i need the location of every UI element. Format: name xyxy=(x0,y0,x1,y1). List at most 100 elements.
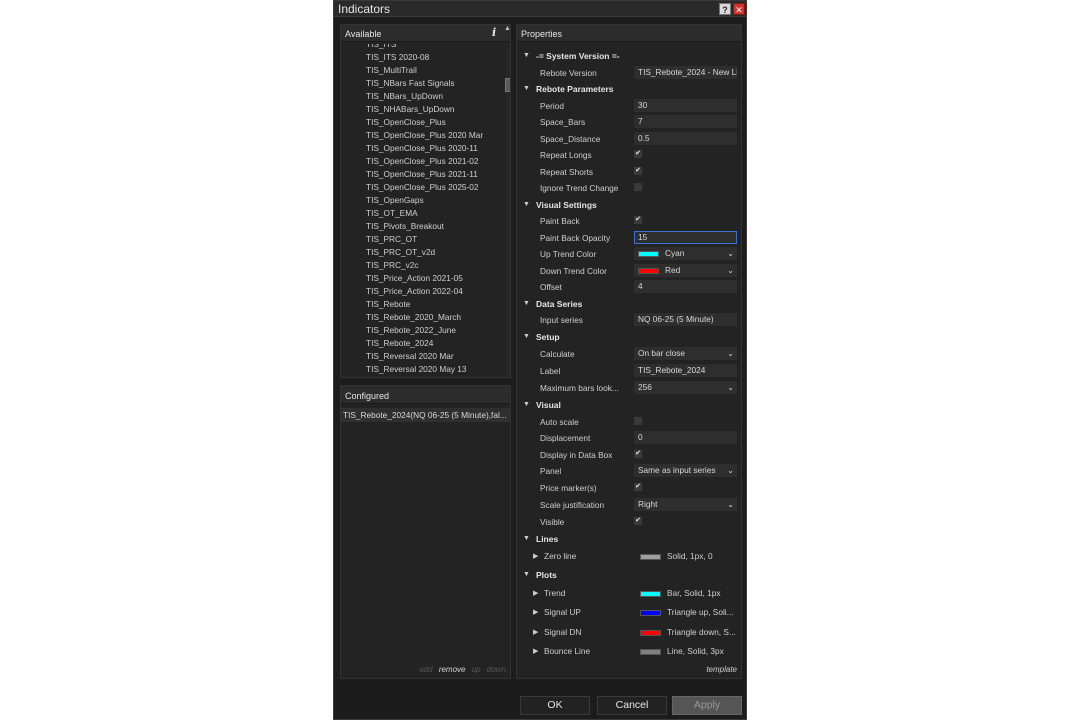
available-item[interactable]: TIS_ITS xyxy=(366,44,396,51)
bounce-line-plot-value[interactable]: Line, Solid, 3px xyxy=(640,646,738,656)
price-markers-checkbox[interactable]: ✔ xyxy=(634,483,642,491)
chevron-down-icon[interactable]: ⌄ xyxy=(727,464,734,477)
section-rebote-parameters[interactable]: ▼ Rebote Parameters xyxy=(517,81,741,97)
calculate-select[interactable]: On bar close ⌄ xyxy=(634,347,737,360)
repeat-shorts-checkbox[interactable]: ✔ xyxy=(634,167,642,175)
help-button[interactable]: ? xyxy=(719,3,731,15)
available-item[interactable]: TIS_PRC_OT_v2d xyxy=(366,246,435,259)
signal-dn-plot-value[interactable]: Triangle down, S... xyxy=(640,627,738,637)
available-item[interactable]: TIS_OpenClose_Plus 2020-11 xyxy=(366,142,478,155)
chevron-down-icon[interactable]: ⌄ xyxy=(727,347,734,360)
up-trend-color-select[interactable]: Cyan ⌄ xyxy=(634,247,737,260)
offset-field[interactable]: 4 xyxy=(634,280,737,293)
available-item[interactable]: TIS_OpenGaps xyxy=(366,194,424,207)
section-system-version[interactable]: ▼ -= System Version =- xyxy=(517,48,741,64)
collapse-caret-icon[interactable]: ▶ xyxy=(533,608,538,616)
period-field[interactable]: 30 xyxy=(634,99,737,112)
configured-item[interactable]: TIS_Rebote_2024(NQ 06-25 (5 Minute),fal.… xyxy=(341,408,510,422)
available-item[interactable]: TIS_Reversal 2020 Mar xyxy=(366,350,454,363)
chevron-down-icon[interactable]: ⌄ xyxy=(727,498,734,511)
section-setup[interactable]: ▼ Setup xyxy=(517,329,741,345)
expand-caret-icon[interactable]: ▼ xyxy=(523,52,530,59)
ok-button[interactable]: OK xyxy=(520,696,590,715)
expand-caret-icon[interactable]: ▼ xyxy=(523,85,530,92)
available-item[interactable]: TIS_OpenClose_Plus 2025-02 xyxy=(366,181,479,194)
paint-back-opacity-field[interactable]: 15 xyxy=(634,231,737,244)
down-trend-color-select[interactable]: Red ⌄ xyxy=(634,264,737,277)
available-item[interactable]: TIS_Reversal 2020 May 13 xyxy=(366,363,467,376)
collapse-caret-icon[interactable]: ▶ xyxy=(533,552,538,560)
space-distance-field[interactable]: 0.5 xyxy=(634,132,737,145)
available-item[interactable]: TIS_OT_EMA xyxy=(366,207,418,220)
collapse-caret-icon[interactable]: ▶ xyxy=(533,647,538,655)
template-link[interactable]: template xyxy=(706,665,737,674)
scrollbar-thumb[interactable] xyxy=(505,78,510,92)
available-item[interactable]: TIS_NHABars_UpDown xyxy=(366,103,455,116)
chevron-down-icon[interactable]: ⌄ xyxy=(727,264,734,277)
auto-scale-checkbox[interactable] xyxy=(634,417,642,425)
trend-plot-value[interactable]: Bar, Solid, 1px xyxy=(640,588,738,598)
cancel-button[interactable]: Cancel xyxy=(597,696,667,715)
expand-caret-icon[interactable]: ▼ xyxy=(523,300,530,307)
available-item[interactable]: TIS_Pivots_Breakout xyxy=(366,220,444,233)
rebote-version-field[interactable]: TIS_Rebote_2024 - New Li xyxy=(634,66,737,79)
space-bars-field[interactable]: 7 xyxy=(634,115,737,128)
available-item[interactable]: TIS_OpenClose_Plus xyxy=(366,116,446,129)
available-item[interactable]: TIS_Rebote xyxy=(366,298,410,311)
display-in-data-box-checkbox[interactable]: ✔ xyxy=(634,450,642,458)
prop-plot-signal-up[interactable]: ▶ Signal UP Triangle up, Soli... xyxy=(517,604,741,620)
remove-link[interactable]: remove xyxy=(439,665,466,674)
available-item[interactable]: TIS_Rebote_2022_June xyxy=(366,324,456,337)
close-button[interactable]: ✕ xyxy=(733,3,745,15)
available-scrollbar[interactable] xyxy=(505,44,510,377)
section-data-series[interactable]: ▼ Data Series xyxy=(517,296,741,312)
displacement-field[interactable]: 0 xyxy=(634,431,737,444)
collapse-caret-icon[interactable]: ▶ xyxy=(533,628,538,636)
available-item[interactable]: TIS_ITS 2020-08 xyxy=(366,51,429,64)
available-item[interactable]: TIS_NBars_UpDown xyxy=(366,90,443,103)
max-bars-select[interactable]: 256 ⌄ xyxy=(634,381,737,394)
visible-checkbox[interactable]: ✔ xyxy=(634,517,642,525)
sort-icon[interactable]: ▲▼ xyxy=(504,25,510,32)
section-plots[interactable]: ▼ Plots xyxy=(517,567,741,583)
available-item[interactable]: TIS_Price_Action 2021-05 xyxy=(366,272,463,285)
panel-select[interactable]: Same as input series ⌄ xyxy=(634,464,737,477)
available-item[interactable]: TIS_NBars Fast Signals xyxy=(366,77,455,90)
expand-caret-icon[interactable]: ▼ xyxy=(523,201,530,208)
info-icon[interactable]: i xyxy=(492,26,496,39)
up-link[interactable]: up xyxy=(472,665,481,674)
down-link[interactable]: down xyxy=(487,665,506,674)
prop-plot-trend[interactable]: ▶ Trend Bar, Solid, 1px xyxy=(517,585,741,601)
paint-back-checkbox[interactable]: ✔ xyxy=(634,216,642,224)
available-item[interactable]: TIS_MultiTrail xyxy=(366,64,417,77)
available-item[interactable]: TIS_PRC_v2c xyxy=(366,259,419,272)
apply-button[interactable]: Apply xyxy=(672,696,742,715)
collapse-caret-icon[interactable]: ▶ xyxy=(533,589,538,597)
prop-zero-line[interactable]: ▶ Zero line Solid, 1px, 0 xyxy=(517,548,741,564)
chevron-down-icon[interactable]: ⌄ xyxy=(727,381,734,394)
expand-caret-icon[interactable]: ▼ xyxy=(523,333,530,340)
section-visual[interactable]: ▼ Visual xyxy=(517,397,741,413)
available-item[interactable]: TIS_OpenClose_Plus 2021-02 xyxy=(366,155,479,168)
available-item[interactable]: TIS_Rebote_2020_March xyxy=(366,311,461,324)
signal-up-plot-value[interactable]: Triangle up, Soli... xyxy=(640,607,738,617)
available-item[interactable]: TIS_PRC_OT xyxy=(366,233,417,246)
expand-caret-icon[interactable]: ▼ xyxy=(523,571,530,578)
prop-plot-signal-dn[interactable]: ▶ Signal DN Triangle down, S... xyxy=(517,624,741,640)
add-link[interactable]: add xyxy=(419,665,432,674)
available-item[interactable]: TIS_Price_Action 2022-04 xyxy=(366,285,463,298)
expand-caret-icon[interactable]: ▼ xyxy=(523,401,530,408)
ignore-trend-change-checkbox[interactable] xyxy=(634,183,642,191)
section-visual-settings[interactable]: ▼ Visual Settings xyxy=(517,197,741,213)
section-lines[interactable]: ▼ Lines xyxy=(517,531,741,547)
available-item[interactable]: TIS_Rebote_2024 xyxy=(366,337,433,350)
available-item[interactable]: TIS_OpenClose_Plus 2021-11 xyxy=(366,168,478,181)
available-item[interactable]: TIS_OpenClose_Plus 2020 Mar xyxy=(366,129,483,142)
expand-caret-icon[interactable]: ▼ xyxy=(523,535,530,542)
repeat-longs-checkbox[interactable]: ✔ xyxy=(634,150,642,158)
zero-line-value[interactable]: Solid, 1px, 0 xyxy=(640,551,738,561)
label-field[interactable]: TIS_Rebote_2024 xyxy=(634,364,737,377)
chevron-down-icon[interactable]: ⌄ xyxy=(727,247,734,260)
prop-plot-bounce-line[interactable]: ▶ Bounce Line Line, Solid, 3px xyxy=(517,643,741,659)
scale-justification-select[interactable]: Right ⌄ xyxy=(634,498,737,511)
